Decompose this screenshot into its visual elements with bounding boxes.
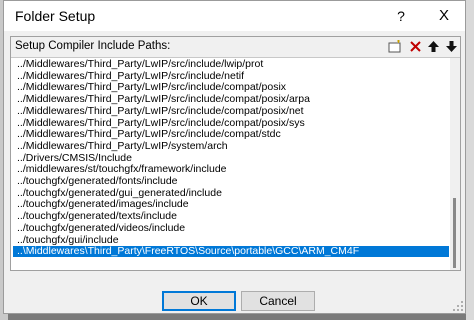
new-folder-icon [388, 40, 401, 53]
include-path-row[interactable]: ../Middlewares/Third_Party/LwIP/src/incl… [13, 59, 449, 70]
move-up-button[interactable] [424, 38, 442, 55]
move-down-button[interactable] [442, 38, 460, 55]
include-path-row[interactable]: ../Middlewares/Third_Party/LwIP/system/a… [13, 140, 449, 152]
include-path-row[interactable]: ../middlewares/st/touchgfx/framework/inc… [13, 164, 449, 175]
include-path-row[interactable]: ../touchgfx/generated/videos/include [13, 222, 449, 234]
panel-header: Setup Compiler Include Paths: [11, 37, 460, 58]
include-path-row[interactable]: ../touchgfx/generated/gui_generated/incl… [13, 187, 449, 199]
vertical-scrollbar[interactable] [450, 58, 460, 270]
include-path-row[interactable]: ..\Middlewares\Third_Party\FreeRTOS\Sour… [13, 246, 449, 258]
include-path-row[interactable]: ../Middlewares/Third_Party/LwIP/src/incl… [13, 94, 449, 105]
scrollbar-thumb[interactable] [453, 198, 456, 268]
new-folder-button[interactable] [386, 38, 404, 55]
dialog-title: Folder Setup [15, 8, 96, 24]
include-path-row[interactable]: ../Middlewares/Third_Party/LwIP/src/incl… [13, 105, 449, 117]
delete-icon [409, 41, 421, 52]
close-button[interactable]: X [432, 5, 456, 27]
background-right [466, 0, 474, 320]
help-button[interactable]: ? [390, 5, 412, 27]
cancel-button[interactable]: Cancel [241, 291, 315, 311]
include-path-row[interactable]: ../Middlewares/Third_Party/LwIP/src/incl… [13, 117, 449, 129]
include-path-row[interactable]: ../Middlewares/Third_Party/LwIP/src/incl… [13, 82, 449, 93]
include-path-row[interactable]: ../Middlewares/Third_Party/LwIP/src/incl… [13, 70, 449, 82]
include-path-row[interactable]: ../Middlewares/Third_Party/LwIP/src/incl… [13, 129, 449, 140]
include-path-row[interactable]: ../touchgfx/generated/texts/include [13, 211, 449, 222]
resize-grip-icon[interactable] [452, 300, 464, 312]
ok-button[interactable]: OK [162, 291, 236, 311]
include-path-row[interactable]: ../Drivers/CMSIS/Include [13, 152, 449, 164]
folder-setup-dialog: Folder Setup ? X Setup Compiler Include … [3, 0, 466, 314]
panel-label: Setup Compiler Include Paths: [15, 40, 171, 52]
include-paths-panel: Setup Compiler Include Paths: ../Middlew… [10, 36, 461, 271]
move-down-icon [445, 41, 457, 52]
include-path-row[interactable]: ../touchgfx/gui/include [13, 234, 449, 246]
include-paths-list[interactable]: ../Middlewares/Third_Party/LwIP/src/incl… [13, 58, 449, 270]
include-path-row[interactable]: ../touchgfx/generated/images/include [13, 199, 449, 210]
include-path-row[interactable]: ../touchgfx/generated/fonts/include [13, 176, 449, 187]
title-bar: Folder Setup ? X [4, 1, 465, 31]
move-up-icon [427, 41, 439, 52]
delete-button[interactable] [406, 38, 424, 55]
